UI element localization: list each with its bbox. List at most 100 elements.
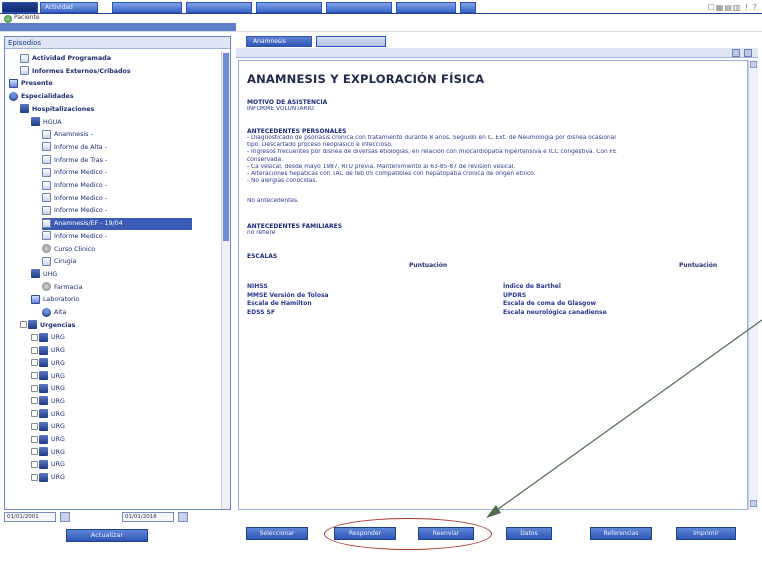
scale-link[interactable]: EDSS SF (247, 309, 275, 317)
date-to-field[interactable]: 01/01/2016 (122, 512, 174, 522)
date-to-calendar-icon[interactable] (178, 512, 188, 522)
expand-icon[interactable] (31, 372, 38, 379)
tree-scroll-thumb[interactable] (223, 53, 229, 241)
scale-link[interactable]: NIHSS (247, 283, 268, 291)
personal-history-line: - Alteraciones hepaticas con TAC de feb … (247, 171, 536, 178)
tree-item[interactable]: Especialidades (9, 91, 74, 103)
expand-icon[interactable] (31, 410, 38, 418)
select-button[interactable]: Seleccionar (246, 527, 308, 540)
expand-icon[interactable] (31, 422, 38, 430)
tree-item[interactable]: Informe Medico - (42, 205, 107, 217)
expand-icon[interactable] (20, 321, 27, 329)
scale-link[interactable]: UPDRS (503, 292, 526, 300)
print-icon[interactable] (732, 49, 740, 57)
tab-actividad[interactable]: Actividad (40, 2, 98, 13)
tree-item[interactable]: Actividad Programada (20, 53, 111, 65)
bed-icon (39, 447, 48, 457)
date-from-calendar-icon[interactable] (60, 512, 70, 522)
tree-item-label: Informe de Alta - (54, 143, 107, 151)
scale-link[interactable]: Índice de Barthel (503, 283, 561, 291)
tree-item[interactable]: Informe de Alta - (42, 142, 107, 154)
people-icon (42, 307, 51, 317)
personal-history-line: tipo. Descartado proceso neoplasico e in… (247, 142, 393, 149)
document-title: ANAMNESIS Y EXPLORACIÓN FÍSICA (247, 72, 485, 86)
tab-2[interactable] (112, 2, 182, 13)
tree-item[interactable]: URG (31, 459, 65, 471)
tree-item[interactable]: Alta (42, 307, 66, 319)
tree-item[interactable]: UHG (31, 269, 57, 281)
scroll-up-icon[interactable] (750, 61, 757, 68)
doc-icon (42, 205, 51, 215)
refresh-button[interactable]: Actualizar (66, 529, 148, 542)
expand-icon[interactable] (31, 435, 38, 443)
tree-item[interactable]: Anamnesis - (42, 129, 93, 141)
tree-item[interactable]: Informe Medico - (42, 231, 107, 243)
maximize-icon[interactable] (744, 49, 752, 57)
tree-item[interactable]: URG (31, 434, 65, 446)
expand-icon[interactable] (31, 460, 38, 468)
tree-item[interactable]: URG (31, 472, 65, 484)
expand-icon[interactable] (31, 397, 38, 405)
bed-icon (31, 117, 40, 126)
tree-item[interactable]: Laboratorio (31, 294, 79, 306)
tree-item[interactable]: Urgencias (20, 320, 75, 332)
tab-arrow-button[interactable] (460, 2, 476, 13)
date-from-field[interactable]: 01/01/2001 (4, 512, 56, 522)
expand-icon[interactable] (31, 473, 38, 481)
window-controls-icons[interactable]: ☐▦▤▥ ! ? (708, 2, 758, 13)
expand-icon[interactable] (31, 359, 38, 367)
tree-item[interactable]: Hospitalizaciones (20, 104, 94, 116)
document-scrollbar[interactable] (748, 60, 758, 510)
personal-history-line: conservada. (247, 156, 284, 163)
tree-item[interactable]: Farmacia (42, 282, 82, 294)
tree-item[interactable]: Informes Externos/Cribados (20, 66, 131, 78)
tree-item[interactable]: Cirugia (42, 256, 76, 268)
tree-scrollbar[interactable] (221, 51, 230, 509)
tree-item[interactable]: URG (31, 447, 65, 459)
tree-item[interactable]: URG (31, 358, 65, 370)
tab-6[interactable] (396, 2, 456, 13)
tree-item[interactable]: URG (31, 421, 65, 433)
tree-item[interactable]: Curso Clinico (42, 244, 95, 256)
scale-link[interactable]: Escala de coma de Glasgow (503, 300, 596, 308)
tree-item[interactable]: URG (31, 383, 65, 395)
scale-link[interactable]: Escala neurológica canadiense (503, 309, 607, 317)
scale-link[interactable]: Escala de Hamilton (247, 300, 312, 308)
print-button[interactable]: Imprimir (676, 527, 736, 540)
tree-item[interactable]: Presente (9, 78, 53, 90)
tab-anamnesis[interactable]: Anamnesis (246, 36, 312, 47)
tree-item[interactable]: Informe Medico - (42, 193, 107, 205)
scroll-down-icon[interactable] (750, 500, 757, 507)
data-button[interactable]: Datos (506, 527, 552, 540)
document-toolbar (236, 48, 758, 58)
tree-item-label: URG (51, 372, 65, 380)
bed-icon (39, 434, 48, 444)
tree-item[interactable]: URG (31, 371, 65, 383)
tree-item[interactable]: Informe de Tras - (42, 155, 107, 167)
tab-5[interactable] (326, 2, 392, 13)
home-tab[interactable] (2, 2, 38, 13)
tree-item-selected[interactable]: Anamnesis/EF - 19/04 (42, 218, 192, 231)
expand-icon[interactable] (31, 384, 38, 392)
tab-secondary[interactable] (316, 36, 386, 47)
tab-3[interactable] (186, 2, 252, 13)
tree-item[interactable]: URG (31, 396, 65, 408)
tree-item[interactable]: Informe Medico - (42, 167, 107, 179)
tree-item[interactable]: HGUA (31, 117, 62, 129)
expand-icon[interactable] (31, 346, 38, 354)
tree-item-label: Urgencias (40, 321, 76, 329)
references-button[interactable]: Referencias (590, 527, 652, 540)
tree-item-label: Informe de Tras - (54, 156, 108, 164)
expand-icon[interactable] (31, 333, 38, 341)
scale-link[interactable]: MMSE Versión de Tolosa (247, 292, 329, 300)
bed-icon (39, 383, 48, 393)
date-filter-controls: 01/01/2001 01/01/2016 Actualizar (0, 512, 232, 542)
expand-icon[interactable] (31, 448, 38, 456)
tree-item[interactable]: URG (31, 345, 65, 357)
tree-item[interactable]: Informe Medico - (42, 180, 107, 192)
tree-item-label: Informe Medico - (54, 194, 108, 202)
doc-icon (42, 218, 51, 228)
tab-4[interactable] (256, 2, 322, 13)
tree-item[interactable]: URG (31, 332, 65, 344)
tree-item[interactable]: URG (31, 409, 65, 421)
